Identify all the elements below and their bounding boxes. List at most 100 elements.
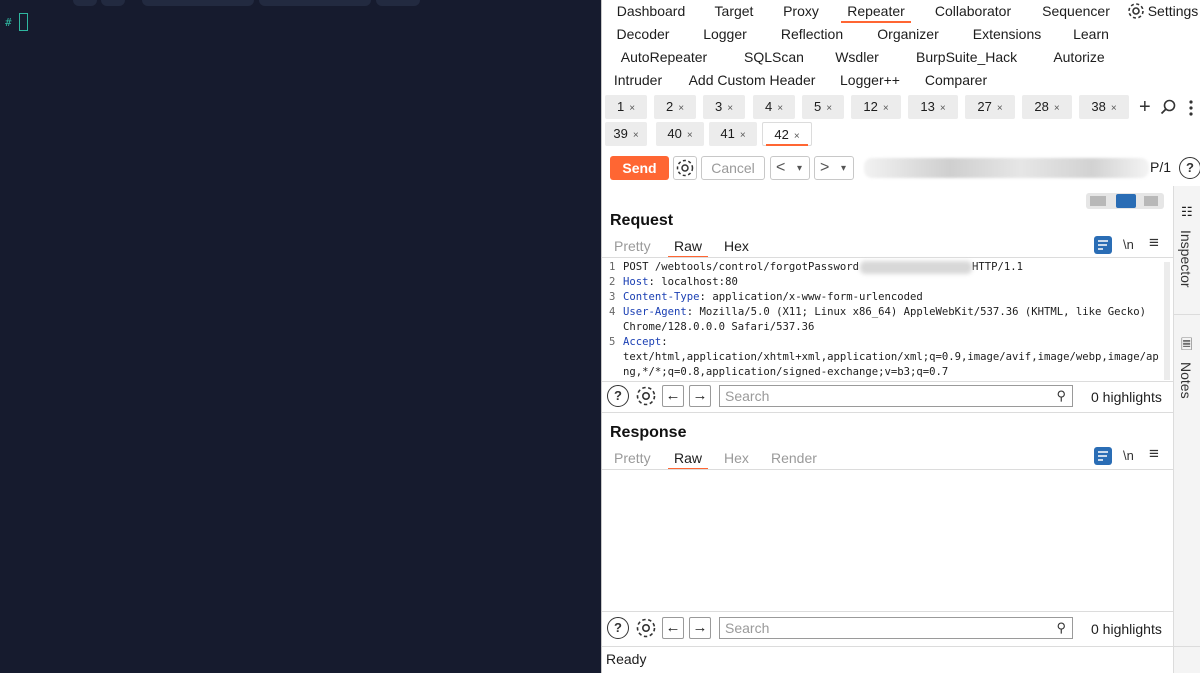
repeater-tab[interactable]: 2 × (654, 95, 696, 119)
tab-comparer[interactable]: Comparer (924, 69, 988, 91)
tab-autorepeater[interactable]: AutoRepeater (620, 46, 708, 68)
close-icon[interactable]: × (678, 103, 684, 114)
close-icon[interactable]: × (940, 103, 946, 114)
layout-horizontal-icon[interactable] (1090, 196, 1106, 206)
close-icon[interactable]: × (883, 103, 889, 114)
prev-match-button[interactable]: ← (662, 617, 684, 639)
gear-icon[interactable] (634, 384, 658, 408)
repeater-tab[interactable]: 12 × (851, 95, 901, 119)
send-button[interactable]: Send (610, 156, 669, 180)
close-icon[interactable]: × (1054, 103, 1060, 114)
tab-learn[interactable]: Learn (1071, 23, 1111, 45)
close-icon[interactable]: × (1111, 103, 1117, 114)
more-options-icon[interactable] (1189, 100, 1193, 119)
send-settings-button[interactable] (673, 156, 697, 180)
repeater-tab[interactable]: 38 × (1079, 95, 1129, 119)
response-tab-raw[interactable]: Raw (667, 450, 709, 470)
repeater-tab[interactable]: 28 × (1022, 95, 1072, 119)
gear-icon[interactable] (1127, 2, 1145, 20)
search-icon[interactable] (1160, 99, 1176, 118)
repeater-tab[interactable]: 3 × (703, 95, 745, 119)
newline-toggle[interactable]: \n (1123, 237, 1134, 252)
add-tab-icon[interactable]: + (1139, 97, 1151, 117)
tab-target[interactable]: Target (713, 0, 755, 22)
newline-toggle[interactable]: \n (1123, 448, 1134, 463)
close-icon[interactable]: × (633, 130, 639, 141)
terminal-tab[interactable] (376, 0, 420, 6)
request-tab-pretty[interactable]: Pretty (614, 238, 651, 254)
terminal-tab[interactable] (73, 0, 97, 6)
close-icon[interactable]: × (629, 103, 635, 114)
tab-wsdler[interactable]: Wsdler (834, 46, 880, 68)
close-icon[interactable]: × (740, 130, 746, 141)
cancel-button[interactable]: Cancel (701, 156, 765, 180)
inspector-tab[interactable]: Inspector (1178, 230, 1194, 288)
chevron-down-icon[interactable]: ▾ (797, 158, 802, 180)
request-search-input[interactable]: Search ⚲ (719, 385, 1073, 407)
close-icon[interactable]: × (794, 131, 800, 142)
terminal-window[interactable]: # (0, 0, 601, 673)
close-icon[interactable]: × (777, 103, 783, 114)
notes-icon[interactable]: 🗏 (1181, 334, 1192, 358)
tab-collaborator[interactable]: Collaborator (933, 0, 1013, 22)
response-tab-hex[interactable]: Hex (724, 450, 749, 466)
repeater-tab-active[interactable]: 42 × (762, 122, 812, 146)
next-match-button[interactable]: → (689, 617, 711, 639)
tab-sqlscan[interactable]: SQLScan (744, 46, 804, 68)
tab-reflection[interactable]: Reflection (780, 23, 844, 45)
menu-icon[interactable]: ≡ (1149, 233, 1159, 253)
tab-autorize[interactable]: Autorize (1051, 46, 1107, 68)
notes-tab[interactable]: Notes (1178, 362, 1194, 399)
close-icon[interactable]: × (826, 103, 832, 114)
repeater-tab[interactable]: 5 × (802, 95, 844, 119)
tab-add-custom-header[interactable]: Add Custom Header (688, 69, 816, 91)
response-editor[interactable] (602, 470, 1173, 611)
target-host-redacted[interactable] (864, 158, 1149, 178)
chevron-down-icon[interactable]: ▾ (841, 158, 846, 180)
help-icon[interactable]: ? (607, 617, 629, 639)
close-icon[interactable]: × (727, 103, 733, 114)
layout-tabs-icon[interactable] (1144, 196, 1158, 206)
repeater-tab[interactable]: 13 × (908, 95, 958, 119)
tab-organizer[interactable]: Organizer (876, 23, 940, 45)
forward-button[interactable]: > ▾ (814, 156, 854, 180)
word-wrap-icon[interactable] (1094, 447, 1112, 465)
terminal-tab[interactable] (101, 0, 125, 6)
close-icon[interactable]: × (687, 130, 693, 141)
tab-burpsuite-hack[interactable]: BurpSuite_Hack (916, 46, 1017, 68)
tab-dashboard[interactable]: Dashboard (616, 0, 686, 22)
repeater-tab[interactable]: 27 × (965, 95, 1015, 119)
tab-repeater[interactable]: Repeater (841, 0, 911, 23)
menu-icon[interactable]: ≡ (1149, 444, 1159, 464)
prev-match-button[interactable]: ← (662, 385, 684, 407)
close-icon[interactable]: × (997, 103, 1003, 114)
terminal-tab[interactable] (259, 0, 371, 6)
request-editor[interactable]: 1 POST /webtools/control/forgotPassword HT… (602, 260, 1167, 380)
word-wrap-icon[interactable] (1094, 236, 1112, 254)
repeater-tab[interactable]: 39 × (605, 122, 647, 146)
tab-extensions[interactable]: Extensions (972, 23, 1042, 45)
repeater-tab[interactable]: 40 × (656, 122, 704, 146)
terminal-tab[interactable] (142, 0, 254, 6)
response-tab-render[interactable]: Render (771, 450, 817, 466)
tab-intruder[interactable]: Intruder (612, 69, 664, 91)
tab-sequencer[interactable]: Sequencer (1041, 0, 1111, 22)
repeater-tab[interactable]: 1 × (605, 95, 647, 119)
tab-proxy[interactable]: Proxy (782, 0, 820, 22)
gear-icon[interactable] (634, 616, 658, 640)
tab-settings[interactable]: Settings (1147, 0, 1199, 22)
editor-scrollbar[interactable] (1164, 262, 1170, 380)
help-icon[interactable]: ? (1179, 157, 1200, 179)
tab-logger-plus-plus[interactable]: Logger++ (838, 69, 902, 91)
request-tab-raw[interactable]: Raw (667, 238, 709, 258)
layout-vertical-icon[interactable] (1116, 194, 1136, 208)
help-icon[interactable]: ? (607, 385, 629, 407)
next-match-button[interactable]: → (689, 385, 711, 407)
tab-decoder[interactable]: Decoder (616, 23, 670, 45)
request-tab-hex[interactable]: Hex (724, 238, 749, 254)
target-protocol[interactable]: P/1 (1150, 159, 1171, 175)
back-button[interactable]: < ▾ (770, 156, 810, 180)
tab-logger[interactable]: Logger (702, 23, 748, 45)
response-search-input[interactable]: Search ⚲ (719, 617, 1073, 639)
repeater-tab[interactable]: 41 × (709, 122, 757, 146)
